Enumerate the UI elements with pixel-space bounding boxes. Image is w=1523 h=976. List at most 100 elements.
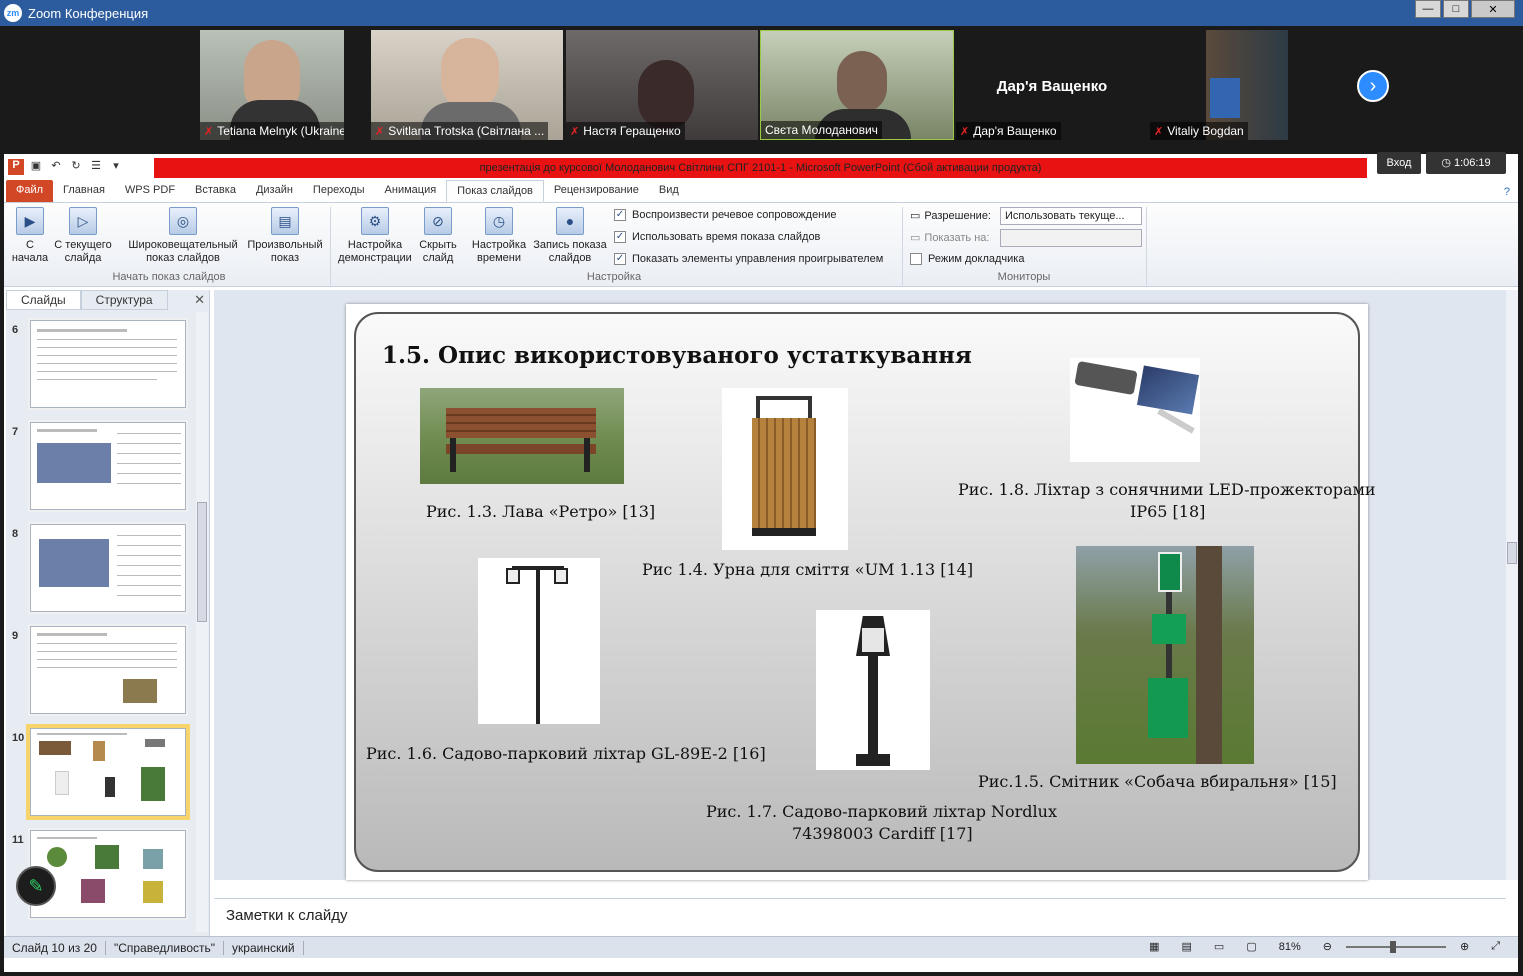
- slide-number: 9: [12, 630, 19, 642]
- resolution-select[interactable]: Использовать текуще...: [1000, 207, 1142, 225]
- sorter-view-icon[interactable]: ▤: [1174, 940, 1200, 953]
- show-on-label: ▭ Показать на:: [910, 231, 989, 245]
- next-page-button[interactable]: ›: [1357, 70, 1389, 102]
- show-on-select[interactable]: [1000, 229, 1142, 247]
- slide-thumbnail[interactable]: [30, 830, 186, 918]
- broadcast-button[interactable]: ◎ Широковещательный показ слайдов: [122, 207, 244, 265]
- tab-review[interactable]: Рецензирование: [544, 180, 649, 202]
- label: Использовать время показа слайдов: [632, 231, 821, 243]
- media-controls-checkbox[interactable]: ✓ Показать элементы управления проигрыват…: [614, 253, 883, 265]
- zoom-titlebar: zm Zoom Конференция — □ ✕: [0, 0, 1523, 26]
- resolution-label: ▭ Разрешение:: [910, 209, 991, 223]
- participant-tile-4[interactable]: Свєта Молоданович: [760, 30, 954, 140]
- panel-scrollbar[interactable]: [196, 312, 208, 932]
- zoom-out-icon[interactable]: ⊖: [1315, 940, 1340, 953]
- help-icon[interactable]: ?: [1496, 182, 1518, 202]
- tab-transitions[interactable]: Переходы: [303, 180, 375, 202]
- caption-led[interactable]: Рис. 1.8. Ліхтар з сонячними LED-прожект…: [958, 480, 1376, 499]
- tab-wps-pdf[interactable]: WPS PDF: [115, 180, 185, 202]
- zoom-in-icon[interactable]: ⊕: [1452, 940, 1477, 953]
- separator: [330, 207, 331, 285]
- zoom-slider[interactable]: [1345, 940, 1446, 953]
- tab-file[interactable]: Файл: [6, 180, 54, 202]
- editor-scrollbar[interactable]: [1506, 290, 1518, 880]
- record-show-button[interactable]: ● Запись показа слайдов: [532, 207, 608, 265]
- caption-nordlux-2[interactable]: 74398003 Cardiff [17]: [792, 824, 973, 843]
- caption-lamp[interactable]: Рис. 1.6. Садово-парковий ліхтар GL-89E-…: [366, 744, 766, 763]
- caption-dogbin[interactable]: Рис.1.5. Смітник «Собача вбиральня» [15]: [978, 772, 1337, 791]
- slide-thumbnail[interactable]: [30, 524, 186, 612]
- tab-home[interactable]: Главная: [53, 180, 115, 202]
- fit-slide-icon[interactable]: ⤢: [1483, 940, 1508, 953]
- maximize-button[interactable]: □: [1443, 0, 1469, 18]
- slide-thumbnail-selected[interactable]: [30, 728, 186, 816]
- participant-tile-6[interactable]: ✗ Vitaliy Bogdan: [1150, 30, 1288, 140]
- caption-urn[interactable]: Рис 1.4. Урна для сміття «UM 1.13 [14]: [642, 560, 973, 579]
- window-title: презентація до курсової Молоданович Світ…: [154, 158, 1367, 178]
- normal-view-icon[interactable]: ▦: [1141, 940, 1167, 953]
- participant-tile-1[interactable]: ✗Tetiana Melnyk (Ukraine, S...: [200, 30, 344, 140]
- caption-bench[interactable]: Рис. 1.3. Лава «Ретро» [13]: [426, 502, 655, 521]
- slide-title[interactable]: 1.5. Опис використовуваного устаткування: [382, 342, 972, 369]
- timings-checkbox[interactable]: ✓ Использовать время показа слайдов: [614, 231, 820, 243]
- slide-thumbnail[interactable]: [30, 422, 186, 510]
- minimize-button[interactable]: —: [1415, 0, 1441, 18]
- notes-pane[interactable]: Заметки к слайду: [214, 898, 1506, 934]
- undo-icon[interactable]: ↶: [48, 159, 64, 175]
- tab-insert[interactable]: Вставка: [185, 180, 246, 202]
- tab-outline[interactable]: Структура: [80, 290, 168, 310]
- tab-view[interactable]: Вид: [649, 180, 689, 202]
- urn-image[interactable]: [722, 388, 848, 550]
- hide-slide-button[interactable]: ⊘ Скрыть слайд: [416, 207, 460, 265]
- no-video-name: Дар'я Ващенко: [996, 78, 1108, 95]
- reading-view-icon[interactable]: ▭: [1206, 940, 1232, 953]
- tab-slideshow[interactable]: Показ слайдов: [446, 180, 544, 202]
- slide-number: 10: [12, 732, 25, 744]
- powerpoint-logo-icon: P: [8, 159, 24, 175]
- tab-animations[interactable]: Анимация: [375, 180, 447, 202]
- login-button[interactable]: Вход: [1377, 152, 1421, 174]
- close-panel-icon[interactable]: ✕: [194, 292, 205, 308]
- annotate-pen-button[interactable]: ✎: [16, 866, 56, 906]
- check-icon: ✓: [614, 209, 626, 221]
- bullets-icon[interactable]: ☰: [88, 159, 104, 175]
- nordlux-lamp-image[interactable]: [816, 610, 930, 770]
- rehearse-timings-button[interactable]: ◷ Настройка времени: [466, 207, 532, 265]
- presenter-view-checkbox[interactable]: Режим докладчика: [910, 253, 1024, 265]
- muted-mic-icon: ✗: [960, 125, 970, 138]
- from-start-button[interactable]: ▶ С начала: [10, 207, 50, 265]
- zoom-level[interactable]: 81%: [1271, 941, 1309, 953]
- solar-led-image[interactable]: [1070, 358, 1200, 462]
- zoom-slider-thumb[interactable]: [1389, 940, 1396, 953]
- participant-tile-3[interactable]: ✗ Настя Геращенко: [566, 30, 758, 140]
- bench-image[interactable]: [420, 388, 624, 484]
- setup-show-button[interactable]: ⚙ Настройка демонстрации: [336, 207, 414, 265]
- scroll-thumb[interactable]: [1507, 542, 1517, 564]
- narration-checkbox[interactable]: ✓ Воспроизвести речевое сопровождение: [614, 209, 837, 221]
- slide-thumbnail[interactable]: [30, 626, 186, 714]
- scroll-thumb[interactable]: [197, 502, 207, 622]
- close-button[interactable]: ✕: [1471, 0, 1515, 18]
- caption-nordlux[interactable]: Рис. 1.7. Садово-парковий ліхтар Nordlux: [706, 802, 1057, 821]
- current-slide[interactable]: 1.5. Опис використовуваного устаткування…: [346, 304, 1376, 880]
- participant-tile-2[interactable]: ✗ Svitlana Trotska (Світлана ...: [371, 30, 563, 140]
- dog-waste-bin-image[interactable]: [1076, 546, 1254, 764]
- tab-slides[interactable]: Слайды: [6, 290, 81, 310]
- label: Показать элементы управления проигрывате…: [632, 253, 884, 265]
- label: Режим докладчика: [928, 253, 1025, 265]
- caption-led-2[interactable]: IP65 [18]: [1130, 502, 1205, 521]
- participant-tile-5[interactable]: Дар'я Ващенко ✗ Дар'я Ващенко: [956, 30, 1148, 140]
- custom-show-button[interactable]: ▤ Произвольный показ: [244, 207, 326, 265]
- slide-thumbnail[interactable]: [30, 320, 186, 408]
- customize-qat-icon[interactable]: ▾: [108, 159, 124, 175]
- label: С начала: [11, 239, 49, 264]
- save-icon[interactable]: ▣: [28, 159, 44, 175]
- garden-lamp-image[interactable]: [478, 558, 600, 724]
- label: Настройка времени: [471, 239, 527, 264]
- tab-design[interactable]: Дизайн: [246, 180, 303, 202]
- slideshow-view-icon[interactable]: ▢: [1238, 940, 1264, 953]
- from-current-button[interactable]: ▷ С текущего слайда: [52, 207, 114, 265]
- label: Запись показа слайдов: [533, 239, 607, 264]
- redo-icon[interactable]: ↻: [68, 159, 84, 175]
- check-icon: ✓: [614, 231, 626, 243]
